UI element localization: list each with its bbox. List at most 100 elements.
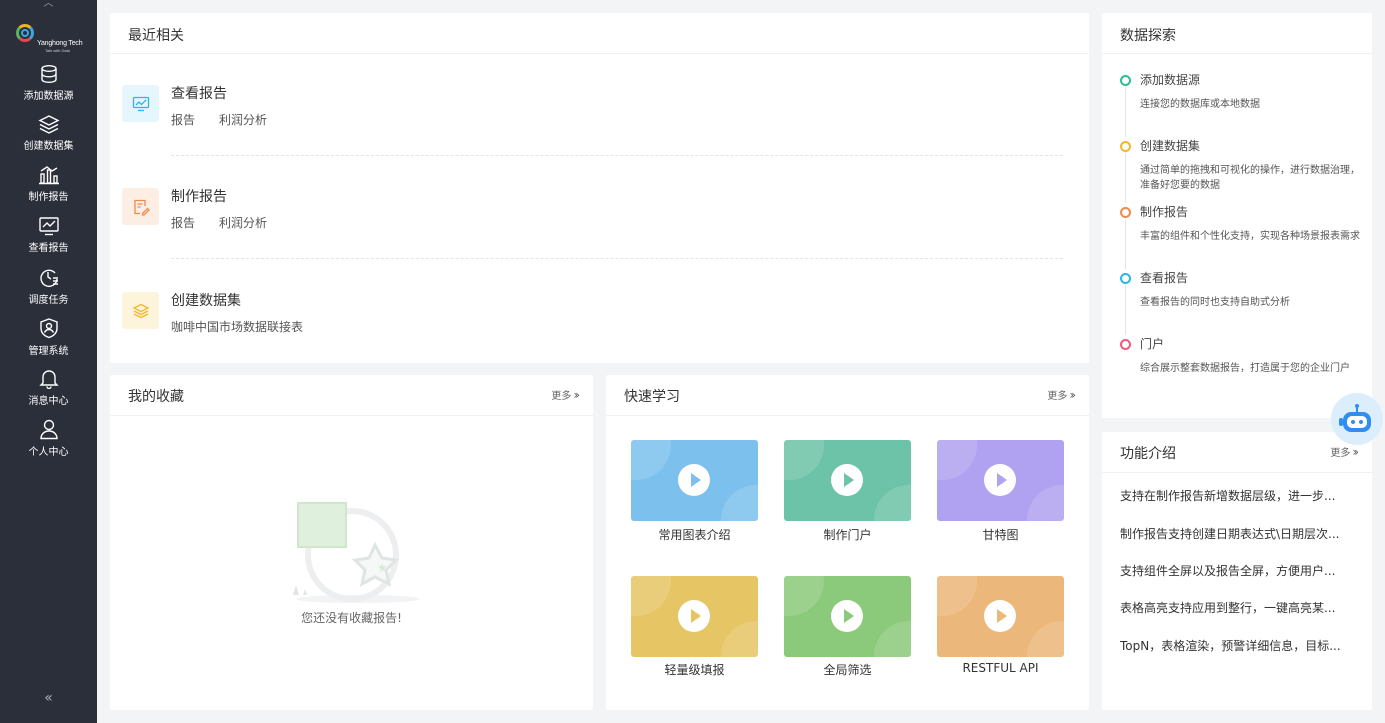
recent-item[interactable]: 创建数据集 咖啡中国市场数据联接表 — [122, 262, 1072, 352]
sidebar-item-label: 添加数据源 — [23, 91, 74, 102]
double-chevron-right-icon: ›› — [1352, 445, 1358, 459]
timeline-line — [1125, 285, 1126, 335]
divider — [110, 415, 593, 416]
play-icon — [831, 464, 863, 496]
decoration — [874, 621, 911, 657]
feature-item[interactable]: 支持在制作报告新增数据层级，进一步... — [1120, 487, 1335, 504]
play-icon — [678, 464, 710, 496]
features-title: 功能介绍 — [1120, 446, 1176, 462]
sidebar-item-label: 个人中心 — [28, 447, 69, 458]
sidebar-item-label: 消息中心 — [28, 396, 69, 407]
video-thumbnail[interactable] — [784, 440, 911, 521]
favorites-more-link[interactable]: 更多 ›› — [551, 387, 579, 402]
recent-item-title: 制作报告 — [171, 189, 227, 205]
empty-favorites-text: 您还没有收藏报告! — [301, 611, 402, 625]
video-thumbnail[interactable] — [631, 576, 758, 657]
recent-item[interactable]: 制作报告 报告 利润分析 — [122, 158, 1072, 248]
video-label[interactable]: RESTFUL API — [937, 661, 1064, 675]
recent-tag: 报告 — [171, 113, 196, 127]
sidebar-item-make-report[interactable]: 制作报告 — [0, 165, 97, 213]
sidebar-item-label: 创建数据集 — [23, 141, 74, 152]
video-thumbnail[interactable] — [937, 576, 1064, 657]
video-thumbnail[interactable] — [631, 440, 758, 521]
sidebar-item-admin-system[interactable]: 管理系统 — [0, 317, 97, 365]
timeline-dot — [1120, 75, 1131, 86]
favorites-title: 我的收藏 — [128, 389, 184, 405]
video-label[interactable]: 制作门户 — [784, 526, 911, 543]
sidebar-item-schedule-task[interactable]: 调度任务 — [0, 266, 97, 314]
logo-subtext: Talk with Data — [45, 48, 70, 53]
explore-step-title: 添加数据源 — [1140, 73, 1201, 87]
video-thumbnail[interactable] — [784, 576, 911, 657]
feature-item[interactable]: 支持组件全屏以及报告全屏，方便用户... — [1120, 562, 1335, 579]
sidebar-item-add-datasource[interactable]: 添加数据源 — [0, 64, 97, 112]
explore-step-desc: 通过简单的拖拽和可视化的操作，进行数据治理，准备好您要的数据 — [1140, 165, 1360, 191]
database-icon — [40, 65, 57, 84]
decoration — [631, 576, 671, 616]
explore-card: 数据探索 添加数据源 连接您的数据库或本地数据 创建数据集 通过简单的拖拽和可视… — [1102, 13, 1372, 418]
timeline-dot — [1120, 141, 1131, 152]
explore-step-desc: 综合展示整套数据报告，打造属于您的企业门户 — [1140, 363, 1350, 374]
logo-text: Yanghong Tech — [37, 40, 83, 47]
monitor-chart-icon — [38, 217, 59, 236]
sidebar-item-label: 制作报告 — [28, 192, 69, 203]
schedule-clock-icon — [39, 269, 58, 288]
learn-more-link[interactable]: 更多 ›› — [1047, 387, 1075, 402]
play-icon — [984, 600, 1016, 632]
assistant-robot-button[interactable] — [1331, 393, 1383, 445]
more-label: 更多 — [551, 391, 572, 402]
timeline-dot — [1120, 273, 1131, 284]
recent-tag: 利润分析 — [219, 216, 268, 230]
divider — [171, 258, 1063, 259]
divider — [171, 155, 1063, 156]
monitor-chart-icon — [122, 85, 159, 122]
sidebar-item-view-report[interactable]: 查看报告 — [0, 216, 97, 264]
video-label[interactable]: 常用图表介绍 — [631, 526, 758, 543]
timeline-line — [1125, 219, 1126, 269]
learn-card: 快速学习 更多 ›› 常用图表介绍 制作门户 甘特图 轻量级填报 全局筛选 RES… — [606, 375, 1089, 710]
explore-step-title: 查看报告 — [1140, 271, 1189, 285]
explore-step-desc: 查看报告的同时也支持自助式分析 — [1140, 297, 1290, 308]
recent-tag: 咖啡中国市场数据联接表 — [171, 320, 304, 334]
play-icon — [831, 600, 863, 632]
sidebar-item-personal-center[interactable]: 个人中心 — [0, 418, 97, 466]
features-more-link[interactable]: 更多 ›› — [1330, 444, 1358, 459]
logo[interactable]: Yanghong Tech Talk with Data — [16, 24, 86, 54]
sidebar-item-message-center[interactable]: 消息中心 — [0, 367, 97, 415]
timeline-dot — [1120, 207, 1131, 218]
video-thumbnail[interactable] — [937, 440, 1064, 521]
feature-item[interactable]: TopN，表格渲染，预警详细信息，目标... — [1120, 637, 1341, 654]
features-card: 功能介绍 更多 ›› 支持在制作报告新增数据层级，进一步... 制作报告支持创建日… — [1102, 432, 1372, 710]
play-icon — [678, 600, 710, 632]
decoration — [631, 440, 671, 480]
layers-icon — [37, 115, 60, 134]
decoration — [784, 576, 824, 616]
recent-card: 最近相关 查看报告 报告 利润分析 制作报告 报告 利润分析 创建数据集 咖啡中… — [110, 13, 1089, 363]
edit-document-icon — [122, 188, 159, 225]
empty-favorites-illustration — [293, 502, 420, 603]
learn-title: 快速学习 — [624, 389, 680, 405]
recent-item-tags: 报告 利润分析 — [171, 111, 291, 128]
robot-icon — [1339, 404, 1371, 432]
video-label[interactable]: 甘特图 — [937, 526, 1064, 543]
recent-tag: 报告 — [171, 216, 196, 230]
bar-chart-icon — [38, 166, 59, 185]
decoration — [937, 440, 977, 480]
scroll-up-icon[interactable]: ︿ — [0, 0, 97, 10]
recent-item-title: 查看报告 — [171, 86, 227, 102]
decoration — [721, 485, 758, 521]
recent-item[interactable]: 查看报告 报告 利润分析 — [122, 55, 1072, 145]
decoration — [1027, 485, 1064, 521]
collapse-sidebar-icon[interactable]: « — [0, 690, 97, 706]
recent-item-tags: 报告 利润分析 — [171, 214, 291, 231]
video-label[interactable]: 轻量级填报 — [631, 661, 758, 678]
explore-step-desc: 丰富的组件和个性化支持，实现各种场景报表需求 — [1140, 231, 1360, 242]
sidebar: ︿ Yanghong Tech Talk with Data 添加数据源 创建数… — [0, 0, 97, 723]
divider — [1102, 472, 1372, 473]
feature-item[interactable]: 表格高亮支持应用到整行，一键高亮某... — [1120, 599, 1335, 616]
timeline-line — [1125, 153, 1126, 203]
logo-mark-inner — [21, 29, 29, 37]
sidebar-item-create-dataset[interactable]: 创建数据集 — [0, 114, 97, 162]
feature-item[interactable]: 制作报告支持创建日期表达式\日期层次... — [1120, 525, 1340, 542]
video-label[interactable]: 全局筛选 — [784, 661, 911, 678]
